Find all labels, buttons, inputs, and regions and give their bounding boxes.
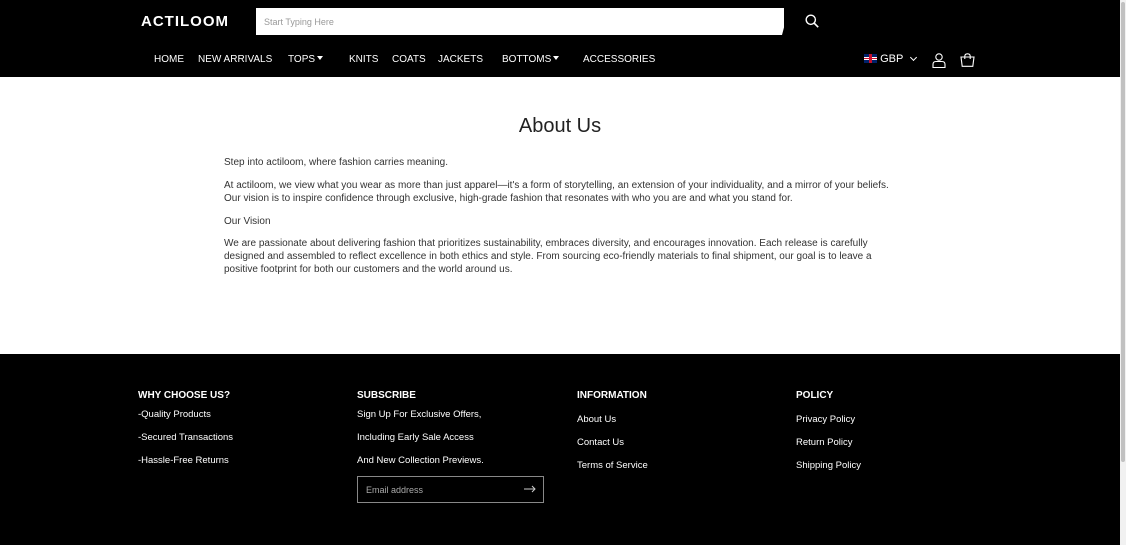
shopping-bag-icon[interactable]	[960, 53, 975, 67]
caret-down-icon	[317, 56, 324, 60]
vision-heading: Our Vision	[224, 216, 271, 227]
subscribe-section: SUBSCRIBE	[357, 390, 416, 401]
about-content: Step into actiloom, where fashion carrie…	[224, 156, 896, 286]
nav-bottoms-label: BOTTOMS	[502, 54, 552, 65]
uk-flag-icon	[864, 54, 877, 63]
nav-coats[interactable]: COATS	[392, 54, 426, 65]
about-paragraph: At actiloom, we view what you wear as mo…	[224, 180, 889, 204]
nav-bottoms[interactable]: BOTTOMS	[502, 54, 560, 65]
email-field[interactable]	[357, 476, 544, 503]
site-footer: WHY CHOOSE US? SUBSCRIBE INFORMATION POL…	[0, 354, 1120, 545]
nav-home[interactable]: HOME	[154, 54, 184, 65]
nav-accessories[interactable]: ACCESSORIES	[583, 54, 655, 65]
page-scrollbar[interactable]	[1120, 0, 1126, 545]
subscribe-text: Sign Up For Exclusive Offers,	[357, 409, 482, 420]
scrollbar-thumb[interactable]	[1121, 2, 1125, 462]
vision-paragraph: We are passionate about delivering fashi…	[224, 238, 872, 275]
footer-link-contact-us[interactable]: Contact Us	[577, 437, 624, 448]
why-item: -Secured Transactions	[138, 432, 234, 443]
chevron-down-icon	[910, 53, 918, 62]
subscribe-heading: SUBSCRIBE	[357, 390, 416, 401]
footer-link-about-us[interactable]: About Us	[577, 414, 616, 425]
footer-link-privacy-policy[interactable]: Privacy Policy	[796, 414, 855, 425]
arrow-right-icon[interactable]	[524, 485, 536, 493]
site-logo[interactable]: ACTILOOM	[141, 13, 229, 30]
nav-new-arrivals[interactable]: NEW ARRIVALS	[198, 54, 272, 65]
why-item: -Hassle-Free Returns	[138, 455, 229, 466]
why-choose-us-heading: WHY CHOOSE US?	[138, 390, 231, 401]
currency-selector[interactable]: GBP	[864, 53, 918, 65]
footer-link-shipping-policy[interactable]: Shipping Policy	[796, 460, 861, 471]
information-heading: INFORMATION	[577, 390, 647, 401]
site-header: ACTILOOM HOME NEW ARRIVALS TOPS KNITS CO…	[0, 0, 1120, 77]
why-item: -Quality Products	[138, 409, 211, 420]
policy-heading: POLICY	[796, 390, 834, 401]
currency-label: GBP	[880, 53, 904, 65]
why-choose-us-section: WHY CHOOSE US?	[138, 390, 230, 401]
search-icon[interactable]	[805, 14, 819, 28]
information-section: INFORMATION	[577, 390, 647, 401]
footer-link-terms[interactable]: Terms of Service	[577, 460, 648, 471]
footer-link-return-policy[interactable]: Return Policy	[796, 437, 853, 448]
policy-section: POLICY	[796, 390, 833, 401]
caret-down-icon	[553, 56, 560, 60]
intro-text: Step into actiloom, where fashion carrie…	[224, 157, 449, 168]
nav-knits[interactable]: KNITS	[349, 54, 378, 65]
search-input[interactable]	[256, 8, 784, 35]
page: ACTILOOM HOME NEW ARRIVALS TOPS KNITS CO…	[0, 0, 1120, 545]
subscribe-text: And New Collection Previews.	[357, 455, 484, 466]
nav-tops-label: TOPS	[288, 54, 316, 65]
nav-tops[interactable]: TOPS	[288, 54, 324, 65]
user-icon[interactable]	[932, 53, 946, 68]
nav-jackets[interactable]: JACKETS	[438, 54, 483, 65]
page-title: About Us	[518, 115, 602, 137]
subscribe-text: Including Early Sale Access	[357, 432, 474, 443]
